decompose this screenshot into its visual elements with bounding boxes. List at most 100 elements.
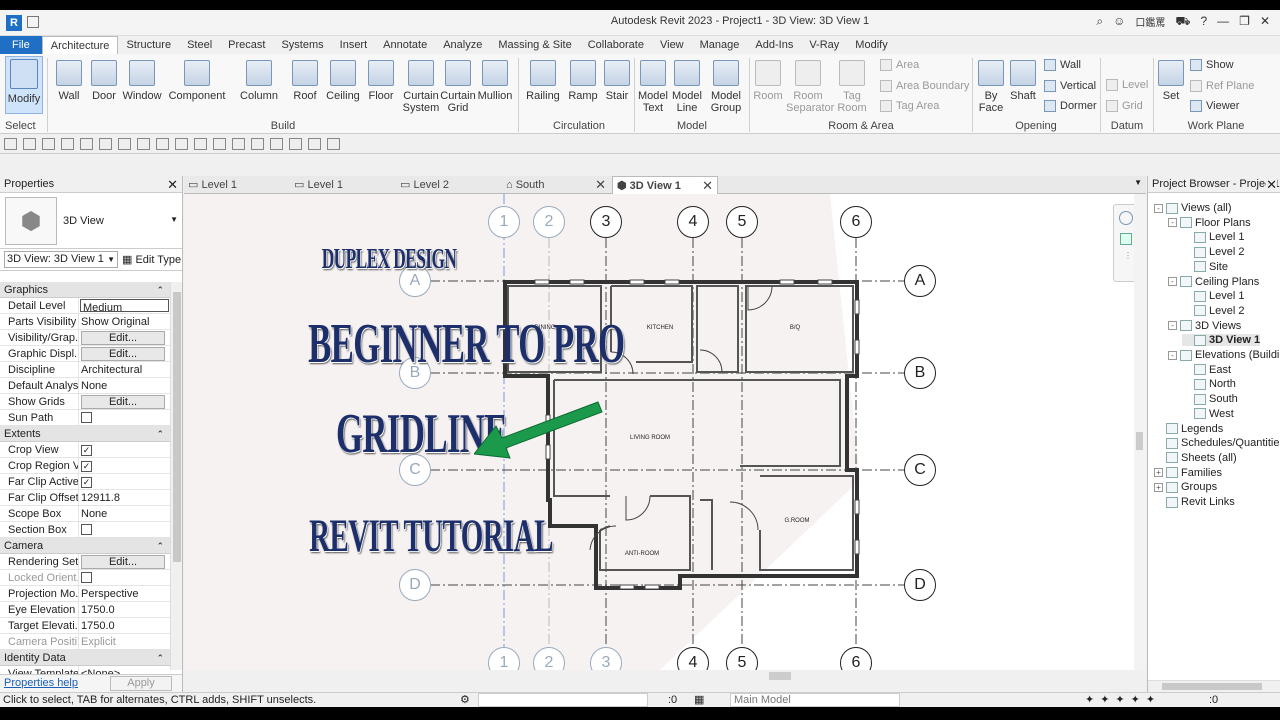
- view-tab[interactable]: ▭ Level 1: [294, 176, 400, 194]
- navbar-menu-icon[interactable]: ⋮: [1124, 251, 1132, 263]
- canvas-vertical-scrollbar[interactable]: [1134, 194, 1146, 670]
- stair-button[interactable]: Stair: [601, 60, 633, 102]
- restore-button[interactable]: ❐: [1239, 14, 1250, 30]
- tag-area-button[interactable]: Tag Area: [880, 100, 939, 112]
- 3d-view-icon[interactable]: [232, 137, 245, 150]
- browser-item[interactable]: 3D View 1: [1182, 334, 1261, 347]
- export-pdf-icon[interactable]: [137, 137, 150, 150]
- close-icon[interactable]: ✕: [1266, 176, 1277, 192]
- collapse-icon[interactable]: ⌃: [156, 538, 164, 554]
- tab-steel[interactable]: Steel: [179, 36, 220, 54]
- steering-wheel-icon[interactable]: [1119, 211, 1133, 225]
- tag-icon[interactable]: [194, 137, 207, 150]
- close-button[interactable]: ✕: [1260, 14, 1270, 30]
- property-value[interactable]: Edit...: [79, 346, 170, 361]
- model-line-button[interactable]: Model Line: [671, 60, 703, 114]
- property-row[interactable]: Show Grids Edit...: [0, 394, 170, 410]
- tab-insert[interactable]: Insert: [332, 36, 376, 54]
- property-row[interactable]: Section Box: [0, 522, 170, 538]
- window-button[interactable]: Window: [121, 60, 163, 102]
- property-value[interactable]: Architectural: [79, 362, 170, 377]
- tree-toggle-icon[interactable]: -: [1168, 350, 1177, 360]
- wall-opening-button[interactable]: Wall: [1044, 59, 1081, 71]
- browser-item[interactable]: Level 2: [1182, 305, 1244, 317]
- tab-annotate[interactable]: Annotate: [375, 36, 435, 54]
- room-tag[interactable]: KITCHEN: [620, 325, 700, 331]
- vertical-opening-button[interactable]: Vertical: [1044, 80, 1096, 92]
- property-value[interactable]: Explicit: [79, 634, 170, 649]
- sync-icon[interactable]: [61, 137, 74, 150]
- properties-section-camera[interactable]: Camera ⌃: [0, 538, 170, 554]
- browser-item[interactable]: Sheets (all): [1154, 452, 1237, 464]
- property-row[interactable]: Target Elevati... 1750.0: [0, 618, 170, 634]
- browser-item[interactable]: - Elevations (Building: [1168, 349, 1280, 361]
- design-options-icon[interactable]: ▦: [694, 693, 704, 706]
- curtain-grid-button[interactable]: Curtain Grid: [440, 60, 476, 114]
- edit-button[interactable]: Edit...: [81, 395, 165, 409]
- room-area-group-label[interactable]: Room & Area: [752, 120, 970, 132]
- selection-filter-icons[interactable]: ✦✦✦✦✦: [1085, 693, 1161, 706]
- roof-button[interactable]: Roof: [289, 60, 321, 102]
- browser-item[interactable]: - 3D Views: [1168, 320, 1241, 332]
- collapse-icon[interactable]: ⌃: [156, 650, 164, 666]
- property-value[interactable]: Edit...: [79, 554, 170, 569]
- room-tag[interactable]: ANTI-ROOM: [602, 551, 682, 557]
- browser-item[interactable]: + Families: [1154, 467, 1222, 479]
- browser-item[interactable]: West: [1182, 408, 1234, 420]
- tab-collaborate[interactable]: Collaborate: [580, 36, 652, 54]
- wall-button[interactable]: Wall: [52, 60, 86, 102]
- browser-item[interactable]: East: [1182, 364, 1231, 376]
- grid-head-top[interactable]: 1: [488, 206, 520, 238]
- worksharing-icon[interactable]: ⚙: [460, 693, 470, 706]
- tab-structure[interactable]: Structure: [118, 36, 179, 54]
- tree-toggle-icon[interactable]: +: [1154, 482, 1163, 492]
- drawing-canvas[interactable]: 112233445566AABBCCDD DINING KITCHEN B/Q LIV…: [184, 194, 1146, 670]
- minimize-button[interactable]: —: [1217, 14, 1229, 30]
- grid-head-right[interactable]: B: [904, 357, 936, 389]
- property-value[interactable]: 1750.0: [79, 618, 170, 633]
- property-row[interactable]: Crop View ✓: [0, 442, 170, 458]
- show-workplane-button[interactable]: Show: [1190, 59, 1234, 71]
- property-row[interactable]: Detail Level Medium: [0, 298, 170, 314]
- scroll-thumb[interactable]: [1162, 683, 1262, 690]
- property-row[interactable]: Far Clip Active ✓: [0, 474, 170, 490]
- property-value[interactable]: 1750.0: [79, 602, 170, 617]
- mullion-button[interactable]: Mullion: [476, 60, 514, 102]
- properties-help-link[interactable]: Properties help: [4, 677, 78, 689]
- property-row[interactable]: Scope Box None: [0, 506, 170, 522]
- scroll-thumb[interactable]: [173, 292, 181, 562]
- floor-button[interactable]: Floor: [365, 60, 397, 102]
- room-tag[interactable]: B/Q: [755, 325, 835, 331]
- property-row[interactable]: Rendering Set...Edit...: [0, 554, 170, 570]
- canvas-horizontal-scrollbar[interactable]: [184, 670, 1146, 682]
- browser-horizontal-scrollbar[interactable]: [1148, 680, 1280, 692]
- tab-menu-icon[interactable]: ▼: [1134, 178, 1142, 187]
- property-value[interactable]: Edit...: [79, 330, 170, 345]
- instance-filter-dropdown[interactable]: 3D View: 3D View 1 ▼: [4, 251, 118, 268]
- print-icon[interactable]: [118, 137, 131, 150]
- grid-head-top[interactable]: 4: [677, 206, 709, 238]
- text-icon[interactable]: [213, 137, 226, 150]
- properties-section-extents[interactable]: Extents ⌃: [0, 426, 170, 442]
- properties-section-graphics[interactable]: Graphics ⌃: [0, 282, 170, 298]
- redo-icon[interactable]: [99, 137, 112, 150]
- apply-button[interactable]: Apply: [110, 676, 172, 691]
- tree-toggle-icon[interactable]: +: [1154, 468, 1163, 478]
- property-value[interactable]: ✓: [79, 442, 170, 457]
- grid-head-top[interactable]: 2: [533, 206, 565, 238]
- property-row[interactable]: Graphic Displ... Edit...: [0, 346, 170, 362]
- model-text-button[interactable]: Model Text: [637, 60, 669, 114]
- property-row[interactable]: Discipline Architectural: [0, 362, 170, 378]
- properties-section-identity-data[interactable]: Identity Data ⌃: [0, 650, 170, 666]
- property-value[interactable]: ✓: [79, 474, 170, 489]
- collapse-icon[interactable]: ⌃: [156, 426, 164, 442]
- viewer-button[interactable]: Viewer: [1190, 100, 1239, 112]
- browser-item[interactable]: - Floor Plans: [1168, 217, 1251, 229]
- property-row[interactable]: Sun Path: [0, 410, 170, 426]
- property-value[interactable]: Show Original: [79, 314, 170, 329]
- property-value[interactable]: Medium: [80, 299, 169, 312]
- model-group-button[interactable]: Model Group: [707, 60, 745, 114]
- scroll-thumb[interactable]: [769, 672, 791, 680]
- column-button[interactable]: Column: [237, 60, 281, 102]
- property-row[interactable]: Projection Mo... Perspective: [0, 586, 170, 602]
